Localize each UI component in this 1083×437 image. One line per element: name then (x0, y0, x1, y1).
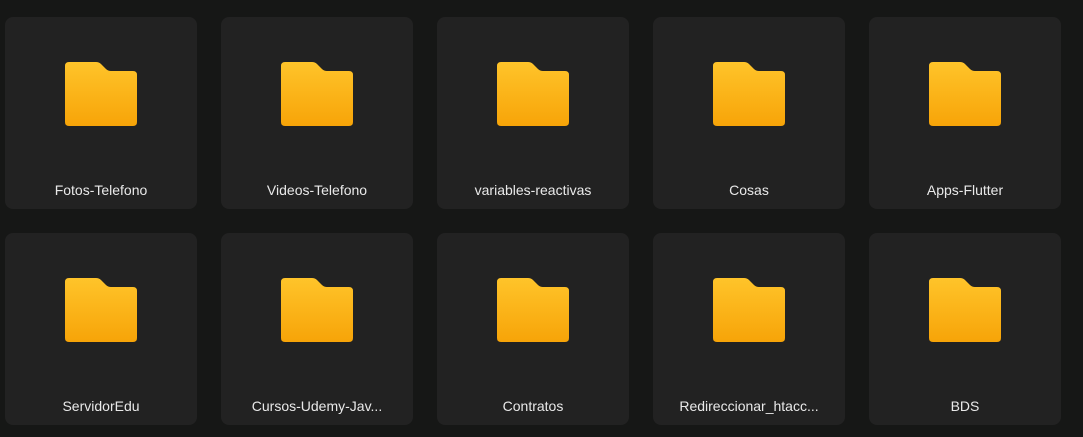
folder-name: Cursos-Udemy-Jav... (251, 398, 383, 414)
folder-tile[interactable]: Fotos-Telefono (5, 17, 197, 209)
folder-name: Fotos-Telefono (54, 182, 148, 198)
folder-tile[interactable]: BDS (869, 233, 1061, 425)
folder-icon (713, 278, 785, 342)
folder-icon (929, 62, 1001, 126)
folder-icon (497, 62, 569, 126)
folder-tile[interactable]: Contratos (437, 233, 629, 425)
folder-icon (929, 278, 1001, 342)
folder-tile[interactable]: Videos-Telefono (221, 17, 413, 209)
folder-grid: Fotos-Telefono Videos-Telefono variables… (5, 17, 1078, 437)
folder-tile[interactable]: Redireccionar_htacc... (653, 233, 845, 425)
folder-name: Redireccionar_htacc... (679, 398, 819, 414)
folder-icon (65, 278, 137, 342)
folder-tile[interactable]: Apps-Flutter (869, 17, 1061, 209)
folder-icon (281, 62, 353, 126)
folder-tile[interactable]: ServidorEdu (5, 233, 197, 425)
folder-icon (281, 278, 353, 342)
folder-name: BDS (950, 398, 980, 414)
folder-icon (65, 62, 137, 126)
folder-name: Cosas (729, 182, 769, 198)
folder-tile[interactable]: variables-reactivas (437, 17, 629, 209)
folder-tile[interactable]: Cursos-Udemy-Jav... (221, 233, 413, 425)
folder-name: Videos-Telefono (266, 182, 368, 198)
folder-icon (713, 62, 785, 126)
folder-name: ServidorEdu (62, 398, 140, 414)
folder-icon (497, 278, 569, 342)
folder-name: Apps-Flutter (926, 182, 1004, 198)
folder-name: variables-reactivas (474, 182, 592, 198)
folder-tile[interactable]: Cosas (653, 17, 845, 209)
folder-name: Contratos (502, 398, 564, 414)
